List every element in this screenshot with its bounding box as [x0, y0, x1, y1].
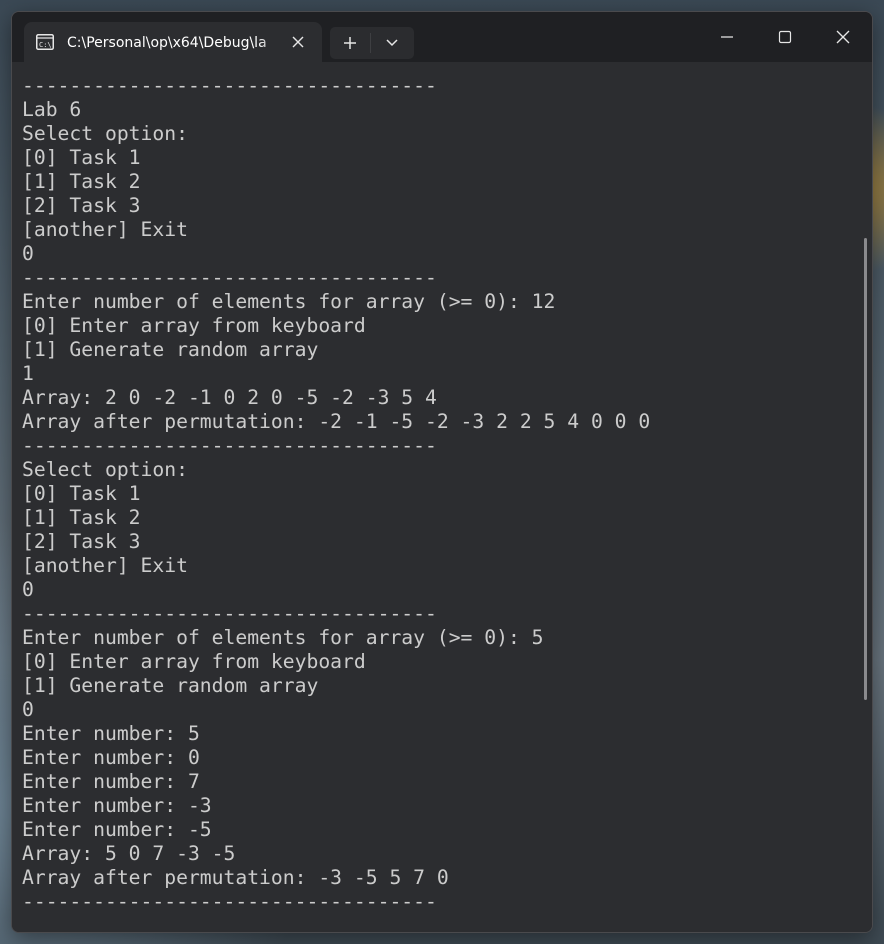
terminal-line: [2] Task 3	[22, 530, 141, 553]
terminal-line: [0] Enter array from keyboard	[22, 650, 366, 673]
terminal-line: 0	[22, 242, 34, 265]
plus-icon	[344, 37, 356, 49]
close-icon[interactable]	[288, 32, 308, 52]
tab-dropdown-button[interactable]	[372, 27, 412, 59]
close-window-button[interactable]	[814, 12, 872, 60]
terminal-text: ----------------------------------- Lab 6…	[22, 74, 650, 914]
terminal-window: C:\ C:\Personal\op\x64\Debug\la --------…	[11, 11, 873, 933]
terminal-line: Enter number: -3	[22, 794, 212, 817]
terminal-line: [0] Task 1	[22, 482, 141, 505]
maximize-icon	[778, 30, 792, 44]
terminal-line: -----------------------------------	[22, 890, 437, 913]
svg-text:C:\: C:\	[39, 41, 52, 49]
terminal-icon: C:\	[36, 34, 54, 50]
terminal-line: -----------------------------------	[22, 74, 437, 97]
terminal-output[interactable]: ----------------------------------- Lab 6…	[12, 62, 872, 932]
terminal-line: 0	[22, 578, 34, 601]
title-bar[interactable]: C:\ C:\Personal\op\x64\Debug\la	[12, 12, 872, 62]
new-tab-group	[330, 27, 414, 59]
terminal-line: [1] Generate random array	[22, 674, 319, 697]
terminal-line: Select option:	[22, 458, 188, 481]
chevron-down-icon	[386, 39, 398, 47]
terminal-line: [another] Exit	[22, 218, 188, 241]
tab-active[interactable]: C:\ C:\Personal\op\x64\Debug\la	[24, 22, 322, 62]
terminal-line: Enter number of elements for array (>= 0…	[22, 290, 556, 313]
terminal-line: Array: 5 0 7 -3 -5	[22, 842, 236, 865]
terminal-line: Enter number: 7	[22, 770, 200, 793]
maximize-button[interactable]	[756, 12, 814, 60]
terminal-line: [1] Generate random array	[22, 338, 319, 361]
terminal-line: [0] Enter array from keyboard	[22, 314, 366, 337]
terminal-line: Select option:	[22, 122, 188, 145]
terminal-line: -----------------------------------	[22, 266, 437, 289]
terminal-line: Enter number: -5	[22, 818, 212, 841]
new-tab-button[interactable]	[330, 27, 370, 59]
terminal-line: [another] Exit	[22, 554, 188, 577]
close-icon	[836, 30, 850, 44]
terminal-line: [2] Task 3	[22, 194, 141, 217]
terminal-line: [0] Task 1	[22, 146, 141, 169]
terminal-line: Array: 2 0 -2 -1 0 2 0 -5 -2 -3 5 4	[22, 386, 437, 409]
terminal-line: Enter number: 0	[22, 746, 200, 769]
terminal-line: [1] Task 2	[22, 170, 141, 193]
tab-separator	[370, 33, 371, 53]
terminal-line: [1] Task 2	[22, 506, 141, 529]
minimize-icon	[721, 36, 733, 38]
terminal-line: -----------------------------------	[22, 602, 437, 625]
terminal-line: Lab 6	[22, 98, 82, 121]
terminal-line: 1	[22, 362, 34, 385]
minimize-button[interactable]	[698, 12, 756, 60]
scrollbar-thumb[interactable]	[864, 238, 867, 700]
terminal-line: -----------------------------------	[22, 434, 437, 457]
tab-title: C:\Personal\op\x64\Debug\la	[67, 35, 267, 51]
terminal-line: Enter number: 5	[22, 722, 200, 745]
terminal-line: Enter number of elements for array (>= 0…	[22, 626, 544, 649]
terminal-line: 0	[22, 698, 34, 721]
terminal-line: Array after permutation: -3 -5 5 7 0	[22, 866, 449, 889]
terminal-line: Array after permutation: -2 -1 -5 -2 -3 …	[22, 410, 651, 433]
